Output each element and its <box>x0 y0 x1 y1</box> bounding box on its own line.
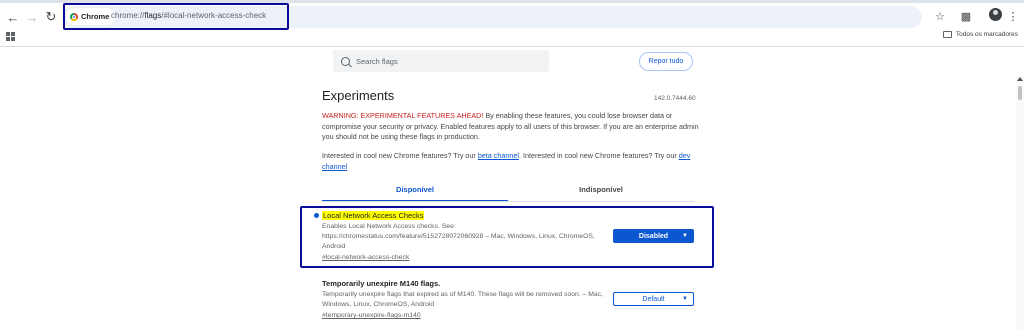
search-icon <box>341 56 350 66</box>
reload-icon[interactable]: ↻ <box>42 8 60 26</box>
bookmarks-bar <box>0 29 1024 46</box>
folder-icon <box>942 31 952 38</box>
promo-text-1: Interested in cool new Chrome features? … <box>322 151 478 160</box>
reset-all-button[interactable]: Repor tudo <box>639 52 693 71</box>
arrow-right-icon[interactable]: → <box>23 8 41 26</box>
tabs-divider <box>322 201 694 202</box>
scrollbar[interactable] <box>1016 76 1024 329</box>
search-input[interactable] <box>356 56 536 66</box>
all-bookmarks-label: Todos os marcadores <box>955 31 1018 38</box>
flag-title: Temporarily unexpire M140 flags. <box>322 279 441 288</box>
flag-annotation-box <box>300 206 714 268</box>
warning-text: WARNING: EXPERIMENTAL FEATURES AHEAD! By… <box>322 111 702 143</box>
apps-grid-icon[interactable] <box>6 32 15 41</box>
puzzle-icon[interactable]: ▩ <box>959 9 973 23</box>
tab-available[interactable]: Disponível <box>322 178 508 202</box>
scroll-up-icon[interactable] <box>1017 77 1023 81</box>
version-label: 142.0.7444.60 <box>654 95 696 102</box>
all-bookmarks-button[interactable]: Todos os marcadores <box>942 31 1018 38</box>
flag-permalink[interactable]: #temporary-unexpire-flags-m140 <box>322 311 702 321</box>
avatar[interactable] <box>989 8 1002 21</box>
arrow-left-icon[interactable]: ← <box>4 8 22 26</box>
promo-text-2: . Interested in cool new Chrome features… <box>518 151 679 160</box>
page-title: Experiments <box>322 88 395 103</box>
star-icon[interactable]: ☆ <box>933 9 947 23</box>
more-vert-icon[interactable]: ⋮ <box>1006 9 1020 23</box>
tab-unavailable[interactable]: Indisponível <box>508 178 694 202</box>
channel-promo: Interested in cool new Chrome features? … <box>322 151 702 172</box>
scrollbar-thumb[interactable] <box>1018 86 1022 100</box>
warning-heading: WARNING: EXPERIMENTAL FEATURES AHEAD! <box>322 111 484 120</box>
flag-state-select[interactable]: Default ▼ <box>613 292 694 306</box>
toolbar-divider <box>0 46 1024 47</box>
flags-tabs: Disponível Indisponível <box>322 178 694 202</box>
chevron-down-icon: ▼ <box>682 296 688 302</box>
flag-state-value: Default <box>642 295 665 303</box>
search-flags-box[interactable] <box>333 50 549 72</box>
beta-channel-link[interactable]: beta channel <box>478 151 519 160</box>
flag-description: Temporarily unexpire flags that expired … <box>322 291 603 308</box>
address-bar-annotation-box <box>63 3 289 30</box>
